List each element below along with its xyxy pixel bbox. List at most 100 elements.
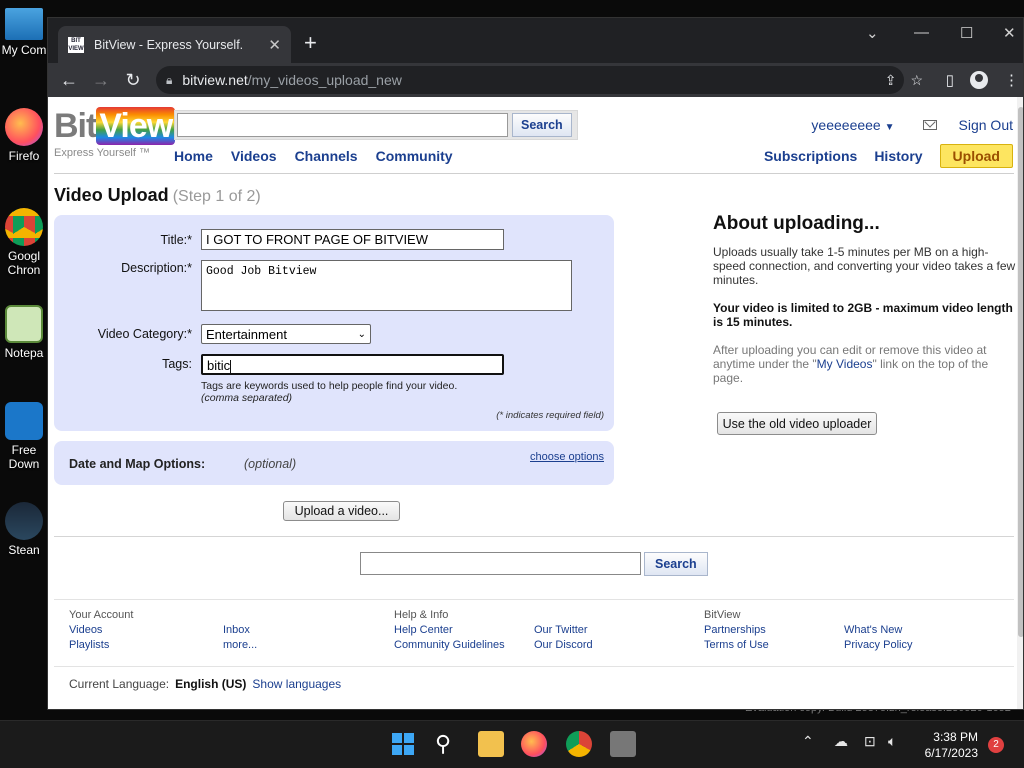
site-search-button[interactable]: Search [512,113,572,137]
desktop-icon-notepad[interactable]: Notepa [0,305,48,360]
download-manager-icon [5,402,43,440]
footer-link-inbox[interactable]: Inbox [223,623,257,638]
start-windows-icon[interactable] [390,731,416,757]
nav-channels[interactable]: Channels [295,148,358,164]
tab-close-icon[interactable]: ✕ [268,36,281,54]
subscriptions-link[interactable]: Subscriptions [764,148,857,164]
new-tab-icon[interactable]: + [304,30,317,56]
footer-heading-bitview: BitView [704,609,741,621]
notepad-icon [5,305,43,343]
footer-link-more[interactable]: more... [223,638,257,653]
text-cursor [230,359,232,374]
my-videos-link[interactable]: My Videos [817,357,873,371]
nav-home[interactable]: Home [174,148,213,164]
volume-icon[interactable]: 🔈︎ [888,733,896,750]
back-icon[interactable]: ← [53,70,85,91]
tray-chevron-up-icon[interactable]: ⌃ [802,733,814,750]
tags-label: Tags: [162,357,192,371]
username-menu[interactable]: yeeeeeeee ▼ [811,117,894,133]
tags-input[interactable]: bitic [201,354,504,375]
maximize-icon[interactable]: ☐ [960,24,973,42]
footer-link-privacy[interactable]: Privacy Policy [844,638,912,653]
language-label: Current Language: [69,677,170,691]
scrollbar-thumb[interactable] [1018,107,1023,637]
notification-badge[interactable]: 2 [988,737,1004,753]
tab-bitview[interactable]: BIT VIEW BitView - Express Yourself. ✕ [58,26,291,63]
footer-link-guidelines[interactable]: Community Guidelines [394,638,505,653]
desktop-icon-steam[interactable]: Stean [0,502,48,557]
language-bar: Current Language: English (US) Show langua… [69,677,341,691]
tab-title: BitView - Express Yourself. [94,37,244,52]
footer-link-discord[interactable]: Our Discord [534,638,593,653]
sign-out-link[interactable]: Sign Out [959,117,1013,133]
footer-search-button[interactable]: Search [644,552,708,576]
page-scrollbar[interactable] [1017,97,1023,709]
upload-button[interactable]: Upload [939,144,1013,168]
network-icon[interactable]: ⊡ [864,733,876,750]
footer-search-input[interactable] [360,552,641,575]
nav-videos[interactable]: Videos [231,148,277,164]
desktop-icon-firefox[interactable]: Firefo [0,108,48,163]
desktop-icon-free-download[interactable]: Free Down [0,402,48,471]
footer-link-help-center[interactable]: Help Center [394,623,505,638]
share-icon[interactable]: ⇪ [885,72,897,89]
date-map-label: Date and Map Options: [69,457,206,471]
app-taskbar-icon[interactable] [610,731,636,757]
chrome-taskbar-icon[interactable] [566,731,592,757]
choose-options-link[interactable]: choose options [530,451,604,463]
minimize-icon[interactable]: — [914,24,929,41]
footer-link-whats-new[interactable]: What's New [844,623,912,638]
tab-strip: BIT VIEW BitView - Express Yourself. ✕ + … [48,18,1023,63]
file-explorer-icon[interactable] [478,731,504,757]
desktop-icon-label: Stean [8,543,40,557]
tags-hint-text: Tags are keywords used to help people fi… [201,380,458,392]
username: yeeeeeeee [811,117,881,133]
about-p2: Your video is limited to 2GB - maximum v… [713,301,1013,329]
footer-link-twitter[interactable]: Our Twitter [534,623,593,638]
desktop-icon-label: Free Down [8,443,40,471]
history-link[interactable]: History [874,148,922,164]
description-textarea[interactable]: Good Job Bitview [201,260,572,311]
page-title-step: (Step 1 of 2) [172,188,261,205]
browser-window: BIT VIEW BitView - Express Yourself. ✕ + … [47,17,1024,710]
footer-link-videos[interactable]: Videos [69,623,133,638]
reload-icon[interactable]: ↻ [117,70,149,91]
clock[interactable]: 3:38 PM 6/17/2023 [925,729,978,761]
tags-hint-sub: (comma separated) [201,392,293,404]
bookmark-star-icon[interactable]: ☆ [910,72,923,89]
category-label: Video Category:* [97,327,192,341]
bitview-logo[interactable]: BitView Express Yourself ™ [54,107,176,159]
tab-search-chevron-icon[interactable]: ⌄ [866,24,879,42]
profile-avatar-icon[interactable] [970,71,988,89]
firefox-icon [5,108,43,146]
onedrive-cloud-icon[interactable]: ☁ [834,733,848,750]
footer-link-terms[interactable]: Terms of Use [704,638,769,653]
chrome-icon [5,208,43,246]
footer-link-playlists[interactable]: Playlists [69,638,133,653]
category-select[interactable]: Entertainment ⌄ [201,324,371,344]
content-divider [54,536,1014,537]
title-input[interactable]: I GOT TO FRONT PAGE OF BITVIEW [201,229,504,250]
computer-icon [5,8,43,40]
date-map-optional: (optional) [244,457,297,471]
forward-icon[interactable]: → [85,70,117,91]
header-divider [54,173,1014,174]
search-icon[interactable]: ⚲ [435,731,461,757]
nav-community[interactable]: Community [376,148,453,164]
upload-video-button[interactable]: Upload a video... [283,501,400,521]
footer-heading-account: Your Account [69,609,134,621]
menu-kebab-icon[interactable]: ⋮ [1004,71,1019,89]
footer: Your Account Videos Playlists Inbox more… [54,599,1014,704]
footer-link-partnerships[interactable]: Partnerships [704,623,769,638]
desktop-icon-my-computer[interactable]: My Com [0,8,48,57]
side-panel-icon[interactable]: ▯ [946,71,954,89]
inbox-mail-icon[interactable] [922,120,937,130]
show-languages-link[interactable]: Show languages [252,677,341,691]
window-close-icon[interactable]: ✕ [1003,24,1016,42]
site-search-input[interactable] [177,113,508,137]
address-bar[interactable]: 🔒︎ bitview.net/my_videos_upload_new [156,66,904,94]
desktop-icon-chrome[interactable]: Googl Chron [0,208,48,277]
old-uploader-button[interactable]: Use the old video uploader [717,412,877,435]
firefox-taskbar-icon[interactable] [521,731,547,757]
about-uploading: About uploading... Uploads usually take … [713,214,1016,399]
